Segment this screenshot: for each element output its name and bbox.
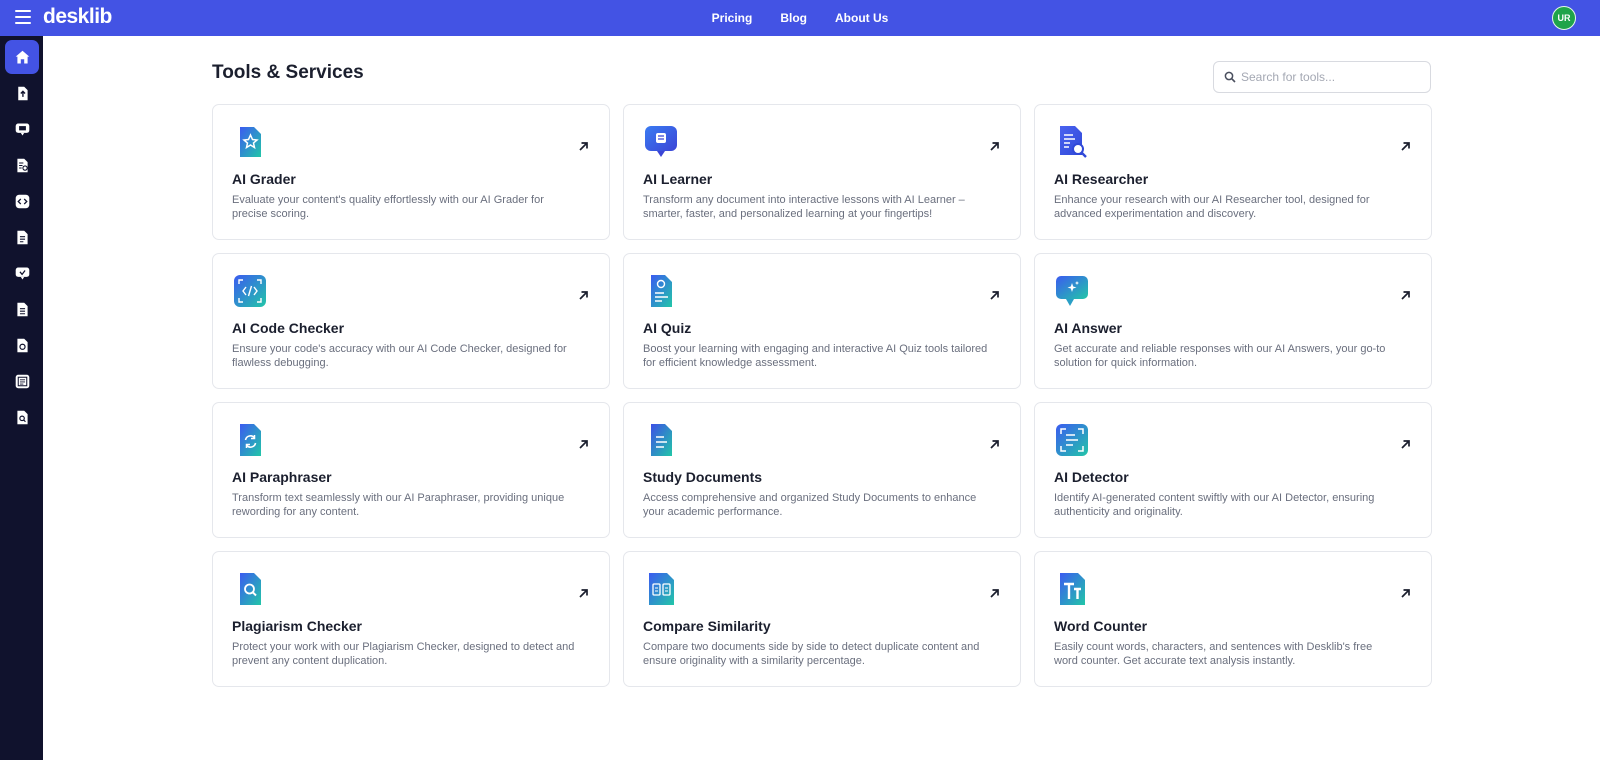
logo[interactable]: desklib xyxy=(43,5,112,29)
card-title: AI Detector xyxy=(1054,469,1129,485)
tool-card-ai-code-checker[interactable]: AI Code Checker Ensure your code's accur… xyxy=(212,253,610,389)
tool-card-ai-answer[interactable]: AI Answer Get accurate and reliable resp… xyxy=(1034,253,1432,389)
tool-card-ai-researcher[interactable]: AI Researcher Enhance your research with… xyxy=(1034,104,1432,240)
sidebar-item-detector[interactable] xyxy=(5,364,39,398)
tool-card-ai-learner[interactable]: AI Learner Transform any document into i… xyxy=(623,104,1021,240)
card-description: Boost your learning with engaging and in… xyxy=(643,343,988,369)
tool-card-ai-detector[interactable]: AI Detector Identify AI-generated conten… xyxy=(1034,402,1432,538)
sidebar-item-home[interactable] xyxy=(5,40,39,74)
study-document-icon xyxy=(644,423,678,457)
card-description: Compare two documents side by side to de… xyxy=(643,641,980,667)
search-box[interactable] xyxy=(1213,61,1431,93)
card-description: Evaluate your content's quality effortle… xyxy=(232,194,544,220)
home-icon xyxy=(15,50,29,63)
card-description: Transform text seamlessly with our AI Pa… xyxy=(232,492,565,518)
tool-card-plagiarism-checker[interactable]: Plagiarism Checker Protect your work wit… xyxy=(212,551,610,687)
sidebar-item-upload[interactable] xyxy=(5,76,39,110)
search-icon xyxy=(1224,71,1236,83)
nav-pricing[interactable]: Pricing xyxy=(712,11,753,25)
sidebar-item-study-documents[interactable] xyxy=(5,328,39,362)
card-description: Get accurate and reliable responses with… xyxy=(1054,343,1386,369)
nav-about-us[interactable]: About Us xyxy=(835,11,888,25)
document-list-icon xyxy=(16,230,28,244)
arrow-up-right-icon[interactable] xyxy=(1400,586,1411,598)
document-text-icon xyxy=(16,302,28,316)
search-input[interactable] xyxy=(1241,70,1421,84)
arrow-up-right-icon[interactable] xyxy=(1400,437,1411,449)
compare-book-icon xyxy=(644,572,678,606)
sidebar-item-plagiarism[interactable] xyxy=(5,400,39,434)
card-description: Easily count words, characters, and sent… xyxy=(1054,641,1373,667)
answer-chat-icon xyxy=(1055,274,1089,308)
menu-icon[interactable] xyxy=(15,10,31,24)
card-title: AI Grader xyxy=(232,171,296,187)
code-check-icon xyxy=(233,274,267,308)
card-description: Access comprehensive and organized Study… xyxy=(643,492,977,518)
card-description: Protect your work with our Plagiarism Ch… xyxy=(232,641,575,667)
word-counter-icon xyxy=(1055,572,1089,606)
arrow-up-right-icon[interactable] xyxy=(578,139,589,151)
card-title: AI Answer xyxy=(1054,320,1122,336)
card-title: Study Documents xyxy=(643,469,763,485)
card-title: AI Paraphraser xyxy=(232,469,332,485)
card-title: AI Quiz xyxy=(643,320,692,336)
nav-blog[interactable]: Blog xyxy=(780,11,807,25)
sidebar-item-learner[interactable] xyxy=(5,112,39,146)
plagiarism-search-icon xyxy=(233,572,267,606)
document-scan-icon xyxy=(15,374,29,388)
arrow-up-right-icon[interactable] xyxy=(989,437,1000,449)
paraphrase-document-icon xyxy=(233,423,267,457)
card-title: Compare Similarity xyxy=(643,618,771,634)
research-document-icon xyxy=(1055,125,1089,159)
card-description: Transform any document into interactive … xyxy=(643,194,965,220)
arrow-up-right-icon[interactable] xyxy=(578,437,589,449)
arrow-up-right-icon[interactable] xyxy=(1400,139,1411,151)
arrow-up-right-icon[interactable] xyxy=(578,288,589,300)
code-icon xyxy=(15,194,29,208)
refresh-document-icon xyxy=(16,338,28,352)
card-description: Enhance your research with our AI Resear… xyxy=(1054,194,1370,220)
user-avatar[interactable]: UR xyxy=(1552,6,1576,30)
main-nav: Pricing Blog About Us xyxy=(0,0,1600,36)
sidebar-item-researcher[interactable] xyxy=(5,148,39,182)
arrow-up-right-icon[interactable] xyxy=(1400,288,1411,300)
sidebar-item-quiz[interactable] xyxy=(5,220,39,254)
arrow-up-right-icon[interactable] xyxy=(989,139,1000,151)
card-title: Word Counter xyxy=(1054,618,1148,634)
arrow-up-right-icon[interactable] xyxy=(989,288,1000,300)
tool-card-ai-grader[interactable]: AI Grader Evaluate your content's qualit… xyxy=(212,104,610,240)
sidebar-item-answer[interactable] xyxy=(5,256,39,290)
tool-card-ai-paraphraser[interactable]: AI Paraphraser Transform text seamlessly… xyxy=(212,402,610,538)
learner-chat-icon xyxy=(644,125,678,159)
top-navbar: desklib Pricing Blog About Us UR xyxy=(0,0,1600,36)
quiz-document-icon xyxy=(644,274,678,308)
tool-card-study-documents[interactable]: Study Documents Access comprehensive and… xyxy=(623,402,1021,538)
card-title: AI Learner xyxy=(643,171,713,187)
arrow-up-right-icon[interactable] xyxy=(578,586,589,598)
card-description: Identify AI-generated content swiftly wi… xyxy=(1054,492,1375,518)
tool-card-ai-quiz[interactable]: AI Quiz Boost your learning with engagin… xyxy=(623,253,1021,389)
card-title: AI Code Checker xyxy=(232,320,345,336)
tool-card-compare-similarity[interactable]: Compare Similarity Compare two documents… xyxy=(623,551,1021,687)
document-magnify-icon xyxy=(16,410,28,424)
document-upload-icon xyxy=(17,86,28,100)
sidebar-item-paraphraser[interactable] xyxy=(5,292,39,326)
chat-book-icon xyxy=(15,123,29,135)
star-document-icon xyxy=(233,125,267,159)
page-title: Tools & Services xyxy=(212,62,364,83)
card-description: Ensure your code's accuracy with our AI … xyxy=(232,343,567,369)
sidebar-item-code-checker[interactable] xyxy=(5,184,39,218)
arrow-up-right-icon[interactable] xyxy=(989,586,1000,598)
card-title: Plagiarism Checker xyxy=(232,618,362,634)
tools-grid: AI Grader Evaluate your content's qualit… xyxy=(212,104,1432,687)
sidebar xyxy=(0,36,43,760)
card-title: AI Researcher xyxy=(1054,171,1149,187)
chat-heart-icon xyxy=(15,267,29,279)
tool-card-word-counter[interactable]: Word Counter Easily count words, charact… xyxy=(1034,551,1432,687)
document-search-icon xyxy=(16,158,28,172)
detector-scan-icon xyxy=(1055,423,1089,457)
